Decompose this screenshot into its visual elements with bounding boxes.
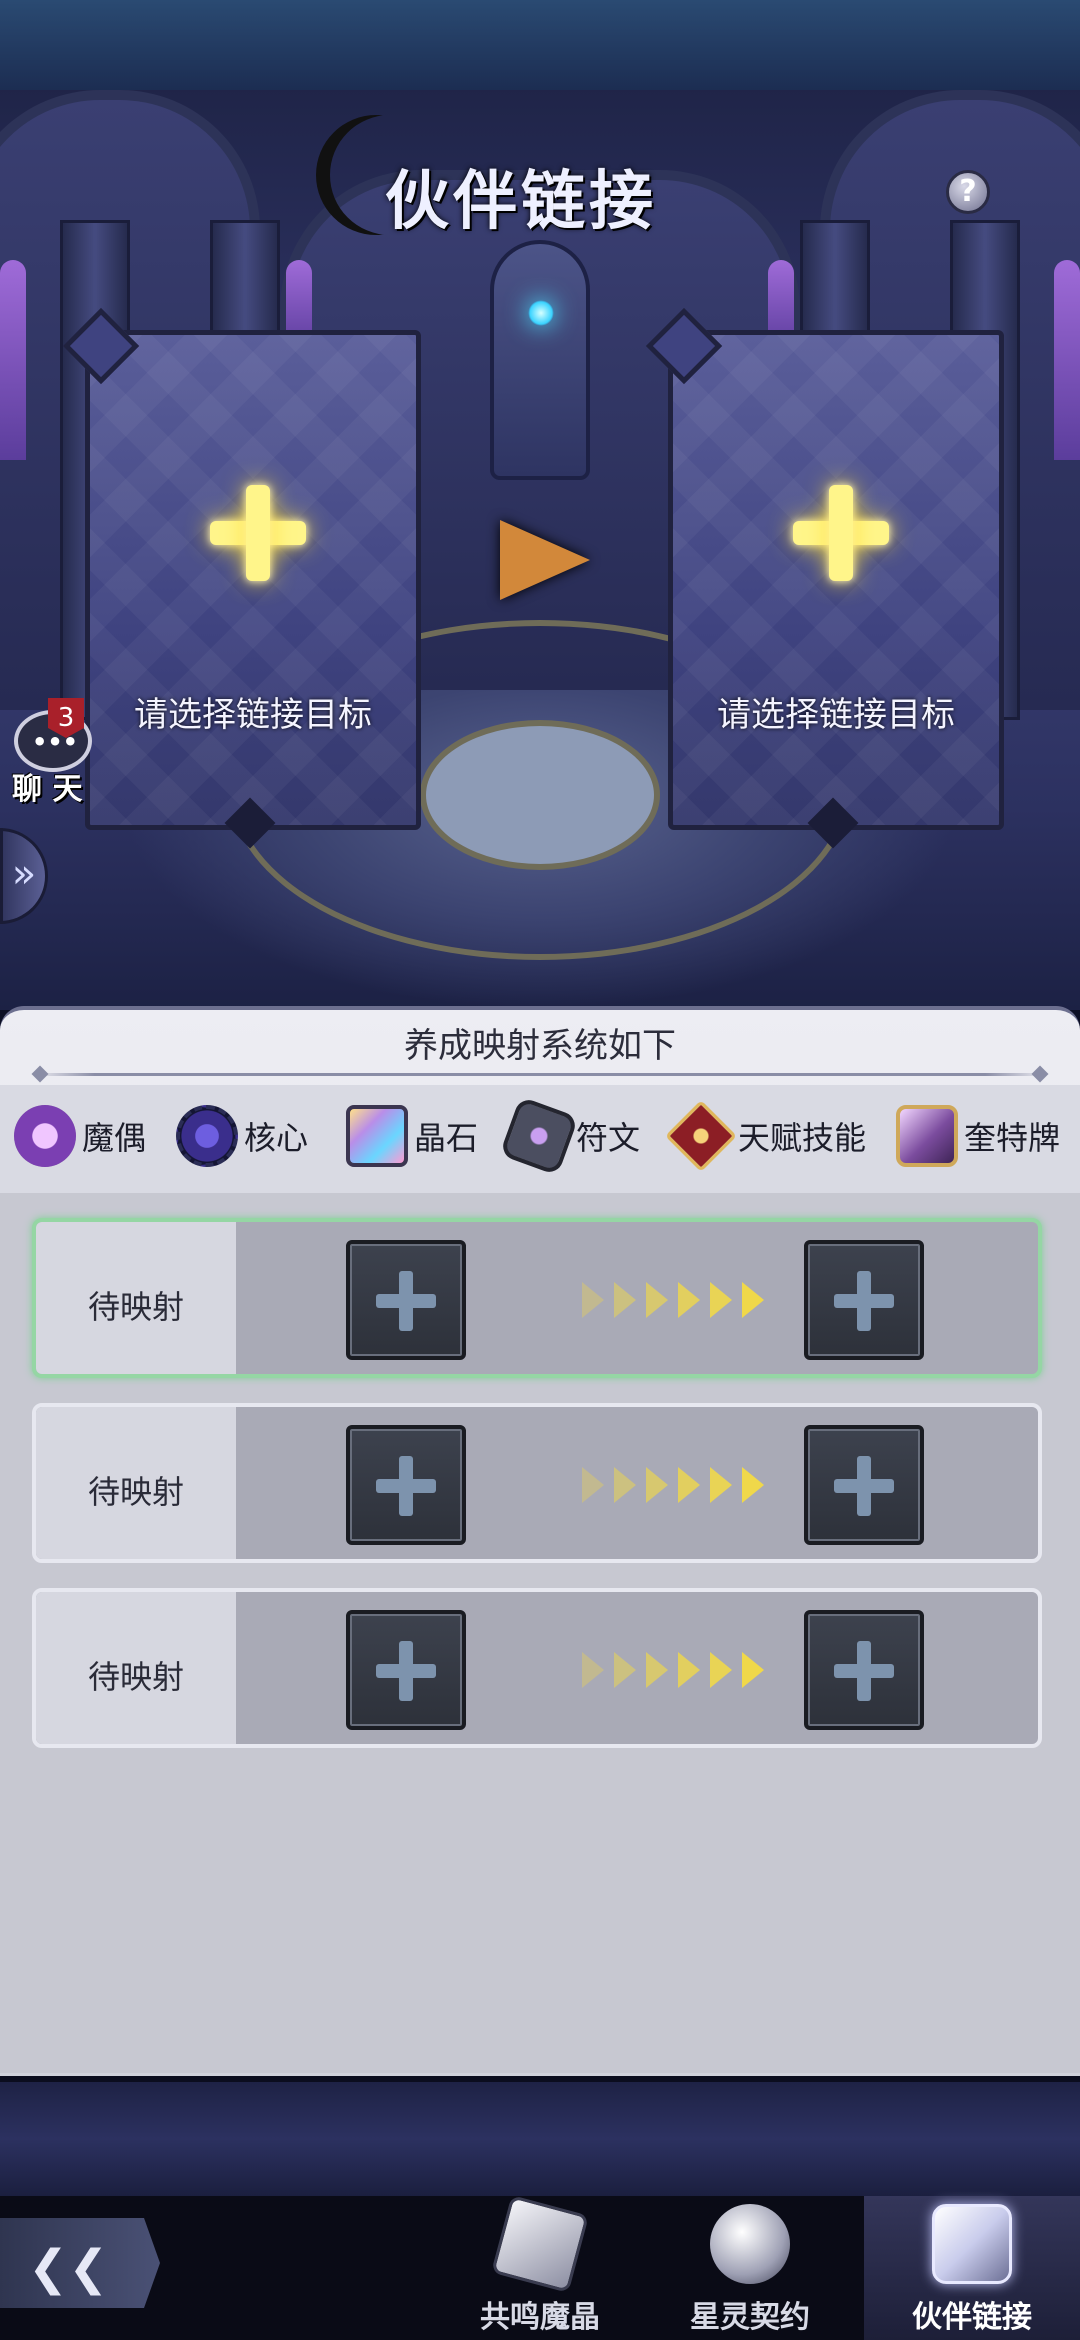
source-slot-button[interactable] <box>346 1610 466 1730</box>
system-label: 魔偶 <box>82 1119 147 1157</box>
chat-button[interactable]: ••• 3 聊 天 <box>4 698 104 808</box>
quest-card-icon <box>896 1105 958 1167</box>
system-label: 晶石 <box>414 1119 479 1157</box>
page-title: 伙伴链接 <box>385 164 657 239</box>
talent-icon <box>665 1100 737 1172</box>
row-status: 待映射 <box>87 1658 184 1696</box>
link-arrow-icon <box>500 520 590 600</box>
row-status: 待映射 <box>87 1288 184 1326</box>
panel-title: 养成映射系统如下 <box>404 1026 676 1066</box>
tab-partner-link[interactable]: 伙伴链接 <box>864 2196 1080 2340</box>
mapping-row[interactable]: 待映射 <box>32 1588 1042 1748</box>
help-button[interactable]: ? <box>946 170 990 214</box>
back-arrow-icon: ❮❮ <box>28 2240 109 2296</box>
system-core: 核心 <box>176 1100 308 1172</box>
night-sky <box>0 0 1080 90</box>
link-slot-right[interactable]: 请选择链接目标 <box>645 307 1004 849</box>
system-rune: 符文 <box>499 1096 641 1176</box>
screen: 伙伴链接 ? 请选择链接目标 请选择链接目标 ••• 3 聊 天 » 养成映射系… <box>0 0 1080 2340</box>
system-puppet: 魔偶 <box>14 1100 146 1172</box>
target-slot-button[interactable] <box>804 1425 924 1545</box>
partner-link-gem-icon <box>932 2204 1012 2284</box>
resonance-crystal-icon <box>491 2195 589 2293</box>
bottom-ornament-band <box>0 2076 1080 2196</box>
card-prompt: 请选择链接目标 <box>134 695 372 735</box>
core-icon <box>176 1105 238 1167</box>
mapping-row[interactable]: 待映射 <box>32 1218 1042 1378</box>
crystal-icon <box>346 1105 408 1167</box>
system-quest-card: 奎特牌 <box>896 1100 1060 1172</box>
floor-center <box>420 720 660 870</box>
tab-resonance-crystal[interactable]: 共鸣魔晶 <box>440 2195 640 2340</box>
tab-label: 星灵契约 <box>690 2300 810 2335</box>
mapping-arrows <box>548 1652 764 1692</box>
tab-label: 共鸣魔晶 <box>480 2300 600 2335</box>
star-spirit-orb-icon <box>710 2204 790 2284</box>
system-label: 奎特牌 <box>964 1119 1061 1157</box>
mapping-arrows <box>548 1282 764 1322</box>
system-label: 天赋技能 <box>738 1119 867 1157</box>
rune-icon <box>499 1096 579 1176</box>
target-slot-button[interactable] <box>804 1610 924 1730</box>
source-slot-button[interactable] <box>346 1425 466 1545</box>
add-icon <box>793 485 889 581</box>
tab-label: 伙伴链接 <box>912 2300 1032 2335</box>
system-label: 核心 <box>244 1119 309 1157</box>
mapping-row[interactable]: 待映射 <box>32 1403 1042 1563</box>
system-talent: 天赋技能 <box>665 1100 867 1172</box>
statue-orb <box>528 300 554 326</box>
tab-star-spirit-contract[interactable]: 星灵契约 <box>650 2196 850 2340</box>
source-slot-button[interactable] <box>346 1240 466 1360</box>
target-slot-button[interactable] <box>804 1240 924 1360</box>
link-slot-left[interactable]: 请选择链接目标 <box>62 307 421 849</box>
stained-window <box>1054 260 1080 460</box>
chat-label: 聊 天 <box>12 772 83 807</box>
add-icon <box>210 485 306 581</box>
stained-window <box>0 260 26 460</box>
mapping-arrows <box>548 1467 764 1507</box>
divider <box>34 1073 1046 1076</box>
puppet-icon <box>14 1105 76 1167</box>
system-label: 符文 <box>576 1119 641 1157</box>
system-crystal: 晶石 <box>346 1100 478 1172</box>
card-prompt: 请选择链接目标 <box>717 695 955 735</box>
statue <box>490 240 590 480</box>
row-status: 待映射 <box>87 1473 184 1511</box>
